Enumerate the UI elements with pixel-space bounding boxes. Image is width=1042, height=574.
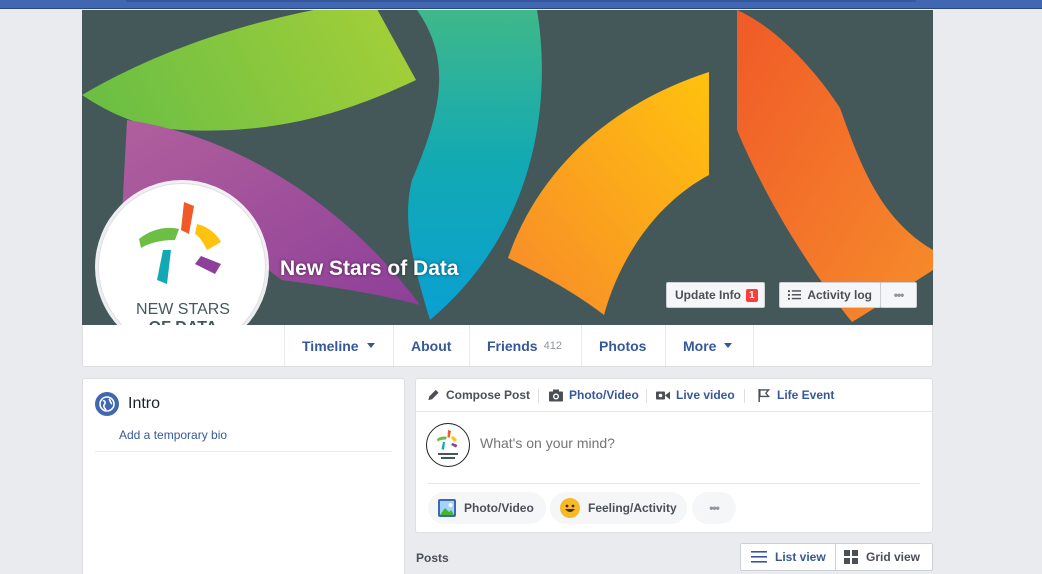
intro-title: Intro xyxy=(128,395,161,412)
more-options-button[interactable]: ••• xyxy=(880,282,917,308)
tab-photo-video[interactable]: Photo/Video xyxy=(549,379,639,411)
tab-more[interactable]: More xyxy=(665,325,754,366)
top-bar-search-area xyxy=(126,0,916,2)
add-bio-link[interactable]: Add a temporary bio xyxy=(119,428,227,442)
view-toggle: List view Grid view xyxy=(740,543,933,571)
activity-log-button[interactable]: Activity log xyxy=(779,282,881,308)
profile-nav-bar: Timeline About Friends 412 Photos More xyxy=(82,325,933,367)
tab-timeline[interactable]: Timeline xyxy=(284,325,394,366)
composer-tabs: Compose Post Photo/Video Live video Life… xyxy=(416,379,932,412)
ellipsis-icon: ••• xyxy=(893,288,905,302)
pencil-icon xyxy=(428,389,439,400)
top-navigation-bar xyxy=(0,0,1042,9)
tab-life-event[interactable]: Life Event xyxy=(757,379,834,411)
caret-down-icon xyxy=(724,343,733,348)
tab-about-label: About xyxy=(411,337,452,354)
list-view-icon xyxy=(751,551,767,563)
divider xyxy=(646,389,647,403)
grid-view-button[interactable]: Grid view xyxy=(836,544,932,570)
tab-friends[interactable]: Friends 412 xyxy=(469,325,582,366)
tab-photo-video-label: Photo/Video xyxy=(569,388,639,402)
tab-compose-post[interactable]: Compose Post xyxy=(426,379,530,411)
caret-down-icon xyxy=(366,343,375,348)
camera-icon xyxy=(549,389,563,401)
photo-video-label: Photo/Video xyxy=(464,501,534,515)
flag-icon xyxy=(758,388,771,402)
tab-about[interactable]: About xyxy=(393,325,470,366)
video-camera-icon xyxy=(656,391,670,399)
globe-icon xyxy=(95,392,119,416)
smiley-icon xyxy=(560,498,580,518)
update-info-label: Update Info xyxy=(675,288,741,302)
tab-life-event-label: Life Event xyxy=(777,388,835,402)
intro-card: Intro Add a temporary bio xyxy=(82,378,405,574)
more-options-button[interactable]: ••• xyxy=(692,492,736,524)
grid-view-icon xyxy=(844,550,858,564)
activity-log-label: Activity log xyxy=(807,288,872,302)
feeling-activity-label: Feeling/Activity xyxy=(588,501,677,515)
divider xyxy=(744,389,745,403)
update-info-button[interactable]: Update Info 1 xyxy=(666,282,765,308)
logo-text-line1: NEW STARS xyxy=(136,301,230,318)
tab-live-video[interactable]: Live video xyxy=(656,379,735,411)
divider xyxy=(538,389,539,403)
intro-header: Intro xyxy=(95,392,160,416)
avatar[interactable] xyxy=(426,423,470,467)
photo-icon xyxy=(438,499,456,517)
divider xyxy=(95,451,392,452)
status-input[interactable] xyxy=(480,435,910,451)
page-title[interactable]: New Stars of Data xyxy=(280,257,459,281)
tab-photos-label: Photos xyxy=(599,337,647,354)
grid-view-label: Grid view xyxy=(866,550,921,564)
list-view-button[interactable]: List view xyxy=(741,544,836,570)
tab-more-label: More xyxy=(683,337,717,354)
tab-live-video-label: Live video xyxy=(676,388,735,402)
list-icon xyxy=(788,290,802,300)
new-stars-of-data-logo xyxy=(437,430,458,459)
ellipsis-icon: ••• xyxy=(709,501,720,515)
tab-friends-label: Friends xyxy=(487,337,538,354)
divider xyxy=(428,483,920,484)
list-view-label: List view xyxy=(775,550,826,564)
posts-heading: Posts xyxy=(416,551,449,565)
tab-photos[interactable]: Photos xyxy=(581,325,666,366)
tab-timeline-label: Timeline xyxy=(302,337,359,354)
post-composer: Compose Post Photo/Video Live video Life… xyxy=(415,378,933,533)
notification-badge: 1 xyxy=(746,288,758,302)
friends-count: 412 xyxy=(543,339,562,352)
photo-video-button[interactable]: Photo/Video xyxy=(428,492,546,524)
feeling-activity-button[interactable]: Feeling/Activity xyxy=(550,492,687,524)
tab-compose-post-label: Compose Post xyxy=(446,388,531,402)
